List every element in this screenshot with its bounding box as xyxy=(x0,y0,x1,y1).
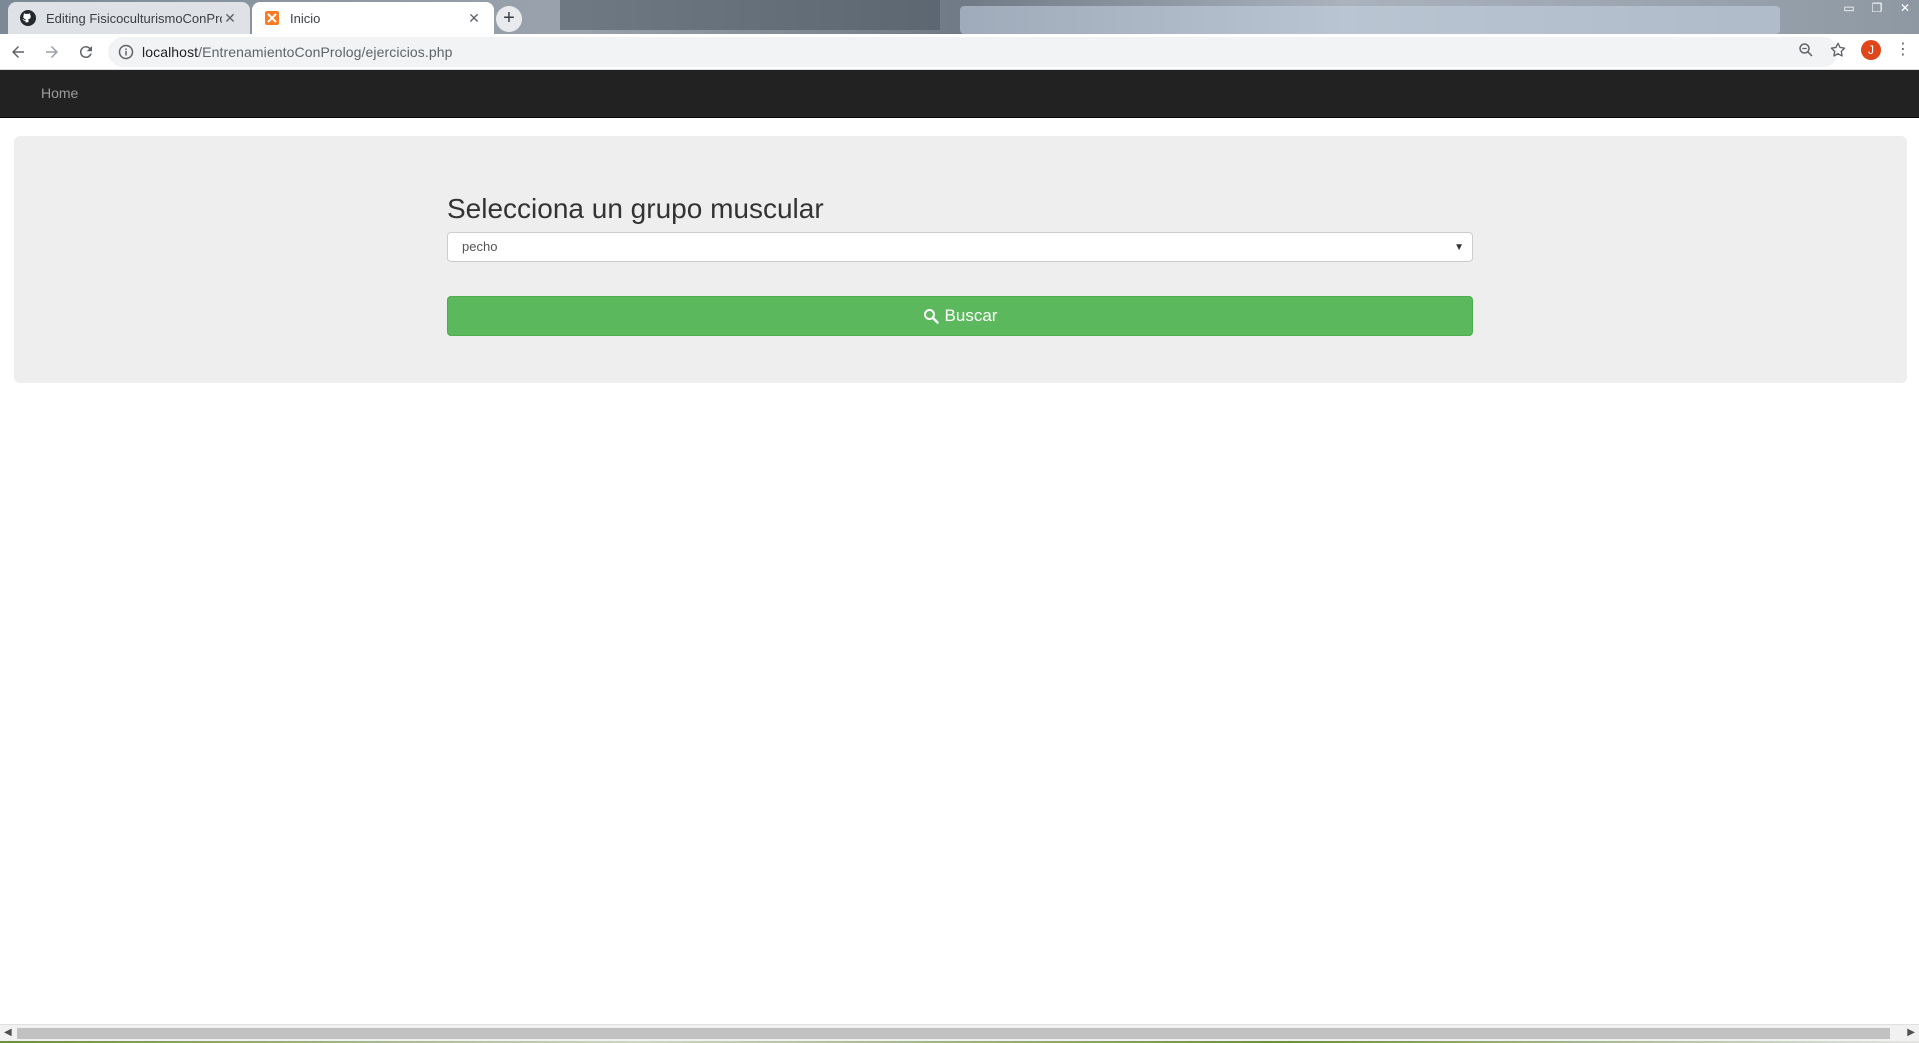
address-bar[interactable]: localhost/EntrenamientoConProlog/ejercic… xyxy=(108,37,1838,67)
horizontal-scrollbar[interactable]: ◀ ▶ xyxy=(0,1024,1919,1041)
search-button[interactable]: Buscar xyxy=(447,296,1473,336)
page-title: Selecciona un grupo muscular xyxy=(447,193,824,224)
arrow-left-icon xyxy=(12,45,24,58)
url-host: localhost xyxy=(142,44,199,60)
scrollbar-thumb[interactable] xyxy=(17,1028,1890,1039)
nav-home-link[interactable]: Home xyxy=(41,85,78,101)
close-icon[interactable]: ✕ xyxy=(222,10,238,26)
muscle-group-select[interactable]: pecho ▼ xyxy=(447,232,1473,262)
more-menu-icon[interactable]: ⋮ xyxy=(1895,41,1911,59)
github-icon xyxy=(20,10,36,26)
tab-title: Inicio xyxy=(290,10,321,26)
tab-editing-repo[interactable]: Editing FisicoculturismoConProlog ✕ xyxy=(8,2,250,34)
scroll-right-icon[interactable]: ▶ xyxy=(1907,1027,1915,1038)
toolbar-actions: J ⋮ xyxy=(1797,40,1911,60)
select-value: pecho xyxy=(462,239,498,254)
browser-toolbar: localhost/EntrenamientoConProlog/ejercic… xyxy=(0,34,1919,70)
xampp-icon xyxy=(265,11,279,25)
desktop-background-blur xyxy=(960,6,1780,34)
reload-button[interactable] xyxy=(70,36,102,68)
site-navbar: Home xyxy=(0,70,1919,118)
restore-icon[interactable]: ❐ xyxy=(1863,0,1891,18)
profile-avatar[interactable]: J xyxy=(1861,40,1881,60)
zoom-icon[interactable] xyxy=(1797,41,1815,59)
search-button-label: Buscar xyxy=(944,306,998,325)
url-text: localhost/EntrenamientoConProlog/ejercic… xyxy=(142,44,453,60)
tab-inicio[interactable]: Inicio ✕ xyxy=(252,2,494,34)
back-button[interactable] xyxy=(2,36,34,68)
close-icon[interactable]: ✕ xyxy=(466,10,482,26)
close-window-icon[interactable]: ✕ xyxy=(1891,0,1919,18)
url-path: /EntrenamientoConProlog/ejercicios.php xyxy=(198,44,453,60)
info-icon[interactable] xyxy=(118,44,134,60)
reload-icon xyxy=(79,45,92,58)
tab-title: Editing FisicoculturismoConProlog xyxy=(46,10,222,26)
minimize-icon[interactable]: ▭ xyxy=(1835,0,1863,18)
new-tab-button[interactable]: + xyxy=(496,6,522,32)
desktop-background xyxy=(560,0,940,30)
caret-down-icon: ▼ xyxy=(1454,242,1464,253)
scroll-left-icon[interactable]: ◀ xyxy=(4,1027,12,1038)
muscle-group-form: Selecciona un grupo muscular pecho ▼ Bus… xyxy=(447,192,1473,336)
page-viewport: Home Selecciona un grupo muscular pecho … xyxy=(0,70,1919,1024)
forward-button[interactable] xyxy=(36,36,68,68)
browser-tabstrip: Editing FisicoculturismoConProlog ✕ Inic… xyxy=(0,0,1919,34)
bookmark-star-icon[interactable] xyxy=(1829,41,1847,59)
search-icon xyxy=(923,309,939,324)
arrow-right-icon xyxy=(46,45,58,58)
search-panel: Selecciona un grupo muscular pecho ▼ Bus… xyxy=(14,136,1907,383)
window-controls: ▭ ❐ ✕ xyxy=(1835,0,1919,18)
